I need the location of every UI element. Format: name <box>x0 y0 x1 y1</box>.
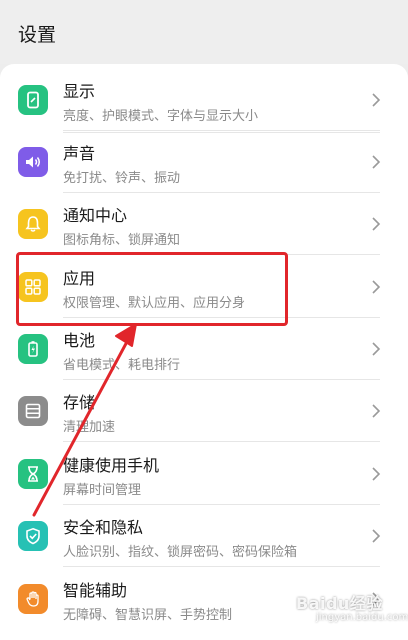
settings-item-apps[interactable]: 应用 权限管理、默认应用、应用分身 <box>0 256 408 318</box>
item-title: 应用 <box>63 269 96 288</box>
shield-icon <box>18 521 48 551</box>
item-subtitle: 亮度、护眼模式、字体与显示大小 <box>63 109 259 124</box>
chevron-right-icon <box>372 217 381 231</box>
settings-item-storage[interactable]: 存储 清理加速 <box>0 380 408 442</box>
apps-icon <box>18 272 48 302</box>
bell-icon <box>18 209 48 239</box>
chevron-right-icon <box>372 529 381 543</box>
settings-item-notification[interactable]: 通知中心 图标角标、锁屏通知 <box>0 193 408 255</box>
watermark: Baidu经验 <box>296 594 383 613</box>
divider <box>63 254 380 255</box>
display-icon <box>18 85 48 115</box>
item-title: 智能辅助 <box>63 581 128 600</box>
hourglass-icon <box>18 459 48 489</box>
chevron-right-icon <box>372 93 381 107</box>
storage-icon <box>18 396 48 426</box>
item-title: 电池 <box>63 331 96 350</box>
sound-icon <box>18 147 48 177</box>
chevron-right-icon <box>372 342 381 356</box>
settings-item-sound[interactable]: 声音 免打扰、铃声、振动 <box>0 131 408 193</box>
item-subtitle: 清理加速 <box>63 420 116 435</box>
item-subtitle: 人脸识别、指纹、锁屏密码、密码保险箱 <box>63 545 298 560</box>
item-title: 通知中心 <box>63 206 128 225</box>
item-title: 健康使用手机 <box>63 456 160 475</box>
settings-item-display[interactable]: 显示 亮度、护眼模式、字体与显示大小 <box>0 69 408 131</box>
chevron-right-icon <box>372 404 381 418</box>
item-subtitle: 省电模式、耗电排行 <box>63 358 181 373</box>
battery-icon <box>18 334 48 364</box>
item-title: 安全和隐私 <box>63 518 144 537</box>
divider <box>63 441 380 442</box>
item-subtitle: 免打扰、铃声、振动 <box>63 171 181 186</box>
page-title: 设置 <box>18 24 57 46</box>
settings-item-battery[interactable]: 电池 省电模式、耗电排行 <box>0 318 408 380</box>
watermark-url: jingyan.baidu.com <box>316 612 408 623</box>
chevron-right-icon <box>372 280 381 294</box>
item-title: 存储 <box>63 393 96 412</box>
settings-item-security[interactable]: 安全和隐私 人脸识别、指纹、锁屏密码、密码保险箱 <box>0 505 408 567</box>
item-subtitle: 图标角标、锁屏通知 <box>63 233 181 248</box>
header-bar: 设置 <box>0 0 408 64</box>
item-subtitle: 无障碍、智慧识屏、手势控制 <box>63 608 233 623</box>
item-subtitle: 权限管理、默认应用、应用分身 <box>63 296 246 311</box>
chevron-right-icon <box>372 467 381 481</box>
hand-icon <box>18 584 48 614</box>
item-subtitle: 屏幕时间管理 <box>63 483 142 498</box>
chevron-right-icon <box>372 155 381 169</box>
item-title: 声音 <box>63 144 96 163</box>
item-title: 显示 <box>63 82 96 101</box>
divider <box>63 566 380 567</box>
settings-item-digital-balance[interactable]: 健康使用手机 屏幕时间管理 <box>0 443 408 505</box>
